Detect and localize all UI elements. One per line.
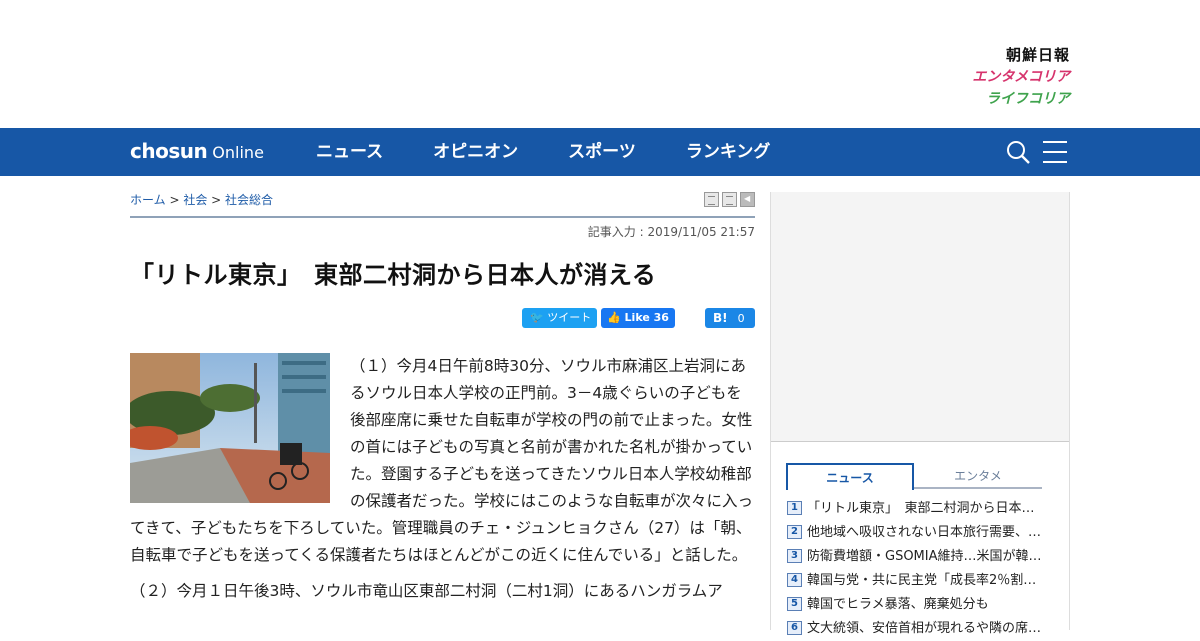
article-photo[interactable] [130, 353, 330, 503]
partner-links: 朝鮮日報 エンタメコリア ライフコリア [870, 44, 1070, 110]
logo-light-text: Online [207, 143, 264, 162]
list-icon[interactable] [722, 192, 737, 207]
article-tools [704, 192, 755, 207]
sidebar: ニュース エンタメ 1「リトル東京」 東部二村洞から日本人が消える 2他地域へ吸… [770, 192, 1070, 636]
list-item[interactable]: 4 韓国与党・共に民主党「成長率2％割れ… [787, 569, 1047, 593]
list-item[interactable]: 3 防衛費増額・GSOMIA維持…米国が韓国に… [787, 545, 1047, 569]
breadcrumb-society-general[interactable]: 社会総合 [225, 193, 273, 207]
nav-item-sports[interactable]: スポーツ [568, 128, 636, 176]
thumbs-up-icon: 👍 [607, 311, 621, 324]
logo-bold-text: chosun [130, 139, 208, 163]
ad-slot [771, 192, 1069, 442]
article-paragraph: （２）今月１日午後3時、ソウル市竜山区東部二村洞（二村1洞）にあるハンガラムア [130, 582, 723, 600]
nav-item-ranking[interactable]: ランキング [686, 128, 771, 176]
top-header: 朝鮮日報 エンタメコリア ライフコリア [0, 0, 1200, 128]
chosun-ilbo-link[interactable]: 朝鮮日報 [870, 44, 1070, 66]
hatena-icon: B! [713, 311, 728, 325]
list-item[interactable]: 5 韓国でヒラメ暴落、廃棄処分も [787, 593, 1047, 617]
breadcrumb: ホーム > 社会 > 社会総合 [130, 193, 274, 207]
back-icon[interactable] [740, 192, 755, 207]
enta-korea-link[interactable]: エンタメコリア [870, 66, 1070, 88]
list-item[interactable]: 2 他地域へ吸収されない日本旅行需要、… [787, 521, 1047, 545]
like-count: 36 [653, 311, 669, 324]
life-korea-link[interactable]: ライフコリア [870, 88, 1070, 110]
nav-item-news[interactable]: ニュース [316, 128, 383, 176]
article-headline: 「リトル東京」 東部二村洞から日本人が消える [130, 261, 657, 289]
breadcrumb-society[interactable]: 社会 [183, 193, 207, 207]
tab-news[interactable]: ニュース [786, 463, 914, 490]
site-logo[interactable]: chosun Online [130, 138, 264, 166]
hatena-count: 0 [737, 312, 745, 325]
hamburger-menu-icon[interactable] [1043, 141, 1067, 163]
tweet-button[interactable]: 🐦 ツイート [522, 308, 597, 328]
print-icon[interactable] [704, 192, 719, 207]
nav-item-opinion[interactable]: オピニオン [433, 128, 518, 176]
list-item[interactable]: 1「リトル東京」 東部二村洞から日本人が消える [787, 497, 1047, 521]
list-item[interactable]: 6 文大統領、安倍首相が現れるや隣の席… [787, 617, 1047, 641]
nav-menu: ニュース オピニオン スポーツ ランキング [316, 128, 820, 176]
social-buttons: 🐦 ツイート 👍 Like 36 B! 0 [522, 308, 755, 328]
ranking-list: 1「リトル東京」 東部二村洞から日本人が消える 2他地域へ吸収されない日本旅行需… [787, 497, 1047, 641]
article-main: ホーム > 社会 > 社会総合 記事入力 : 2019/11/05 21:57 … [130, 176, 755, 630]
facebook-like-button[interactable]: 👍 Like 36 [601, 308, 675, 328]
tab-entertainment[interactable]: エンタメ [914, 463, 1042, 489]
divider [130, 216, 755, 218]
breadcrumb-home[interactable]: ホーム [130, 193, 166, 207]
hatena-bookmark-button[interactable]: B! 0 [705, 308, 755, 328]
ranking-tabs: ニュース エンタメ [786, 463, 1042, 490]
article-dateline: 記事入力 : 2019/11/05 21:57 [587, 225, 755, 239]
twitter-bird-icon: 🐦 [530, 311, 544, 324]
search-icon[interactable] [1006, 140, 1030, 164]
